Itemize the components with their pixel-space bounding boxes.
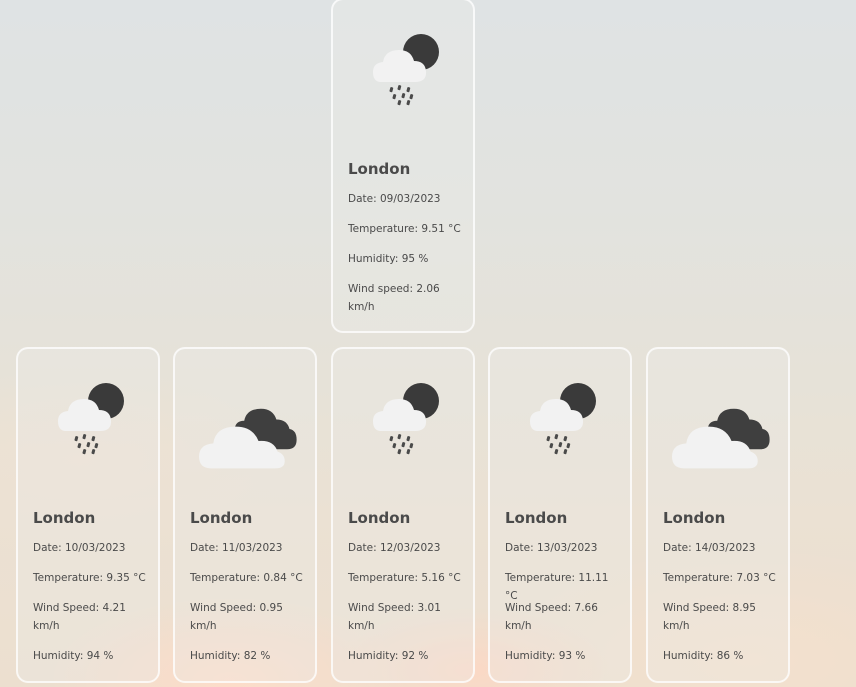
cloud-moon-rain-icon bbox=[530, 383, 596, 455]
date-label: Date: 12/03/2023 bbox=[348, 542, 441, 554]
wind-speed-label: Wind Speed: 7.66 km/h bbox=[505, 602, 598, 632]
weather-page: { "today": { "city": "London", "date_lab… bbox=[0, 0, 856, 687]
cloud-moon-rain-icon bbox=[58, 383, 124, 455]
city-name: London bbox=[33, 509, 96, 527]
wind-speed-label: Wind Speed: 3.01 km/h bbox=[348, 602, 441, 632]
wind-speed-label: Wind Speed: 8.95 km/h bbox=[663, 602, 756, 632]
date-label: Date: 11/03/2023 bbox=[190, 542, 283, 554]
humidity-label: Humidity: 94 % bbox=[33, 650, 114, 662]
date-label: Date: 10/03/2023 bbox=[33, 542, 126, 554]
city-name: London bbox=[348, 509, 411, 527]
temperature-label: Temperature: 7.03 °C bbox=[663, 572, 776, 584]
date-label: Date: 14/03/2023 bbox=[663, 542, 756, 554]
humidity-label: Humidity: 86 % bbox=[663, 650, 744, 662]
forecast-card: London Date: 13/03/2023 Temperature: 11.… bbox=[488, 347, 632, 683]
city-name: London bbox=[505, 509, 568, 527]
cloud-dark-cloud-icon bbox=[199, 408, 297, 469]
city-name: London bbox=[348, 160, 411, 178]
wind-speed-label: Wind Speed: 4.21 km/h bbox=[33, 602, 126, 632]
humidity-label: Humidity: 95 % bbox=[348, 253, 429, 265]
temperature-label: Temperature: 9.35 °C bbox=[33, 572, 146, 584]
temperature-label: Temperature: 5.16 °C bbox=[348, 572, 461, 584]
cloud-dark-cloud-icon bbox=[672, 408, 770, 469]
forecast-card: London Date: 12/03/2023 Temperature: 5.1… bbox=[331, 347, 475, 683]
city-name: London bbox=[190, 509, 253, 527]
date-label: Date: 09/03/2023 bbox=[348, 193, 441, 205]
wind-speed-label: Wind Speed: 0.95 km/h bbox=[190, 602, 283, 632]
date-label: Date: 13/03/2023 bbox=[505, 542, 598, 554]
cloud-moon-rain-icon bbox=[373, 34, 439, 106]
humidity-label: Humidity: 82 % bbox=[190, 650, 271, 662]
forecast-card: London Date: 14/03/2023 Temperature: 7.0… bbox=[646, 347, 790, 683]
humidity-label: Humidity: 93 % bbox=[505, 650, 586, 662]
cloud-moon-rain-icon bbox=[373, 383, 439, 455]
humidity-label: Humidity: 92 % bbox=[348, 650, 429, 662]
wind-speed-label: Wind speed: 2.06 km/h bbox=[348, 283, 440, 313]
city-name: London bbox=[663, 509, 726, 527]
temperature-label: Temperature: 0.84 °C bbox=[190, 572, 303, 584]
temperature-label: Temperature: 9.51 °C bbox=[348, 223, 461, 235]
forecast-card: London Date: 11/03/2023 Temperature: 0.8… bbox=[173, 347, 317, 683]
today-card: London Date: 09/03/2023 Temperature: 9.5… bbox=[331, 0, 475, 333]
forecast-card: London Date: 10/03/2023 Temperature: 9.3… bbox=[16, 347, 160, 683]
